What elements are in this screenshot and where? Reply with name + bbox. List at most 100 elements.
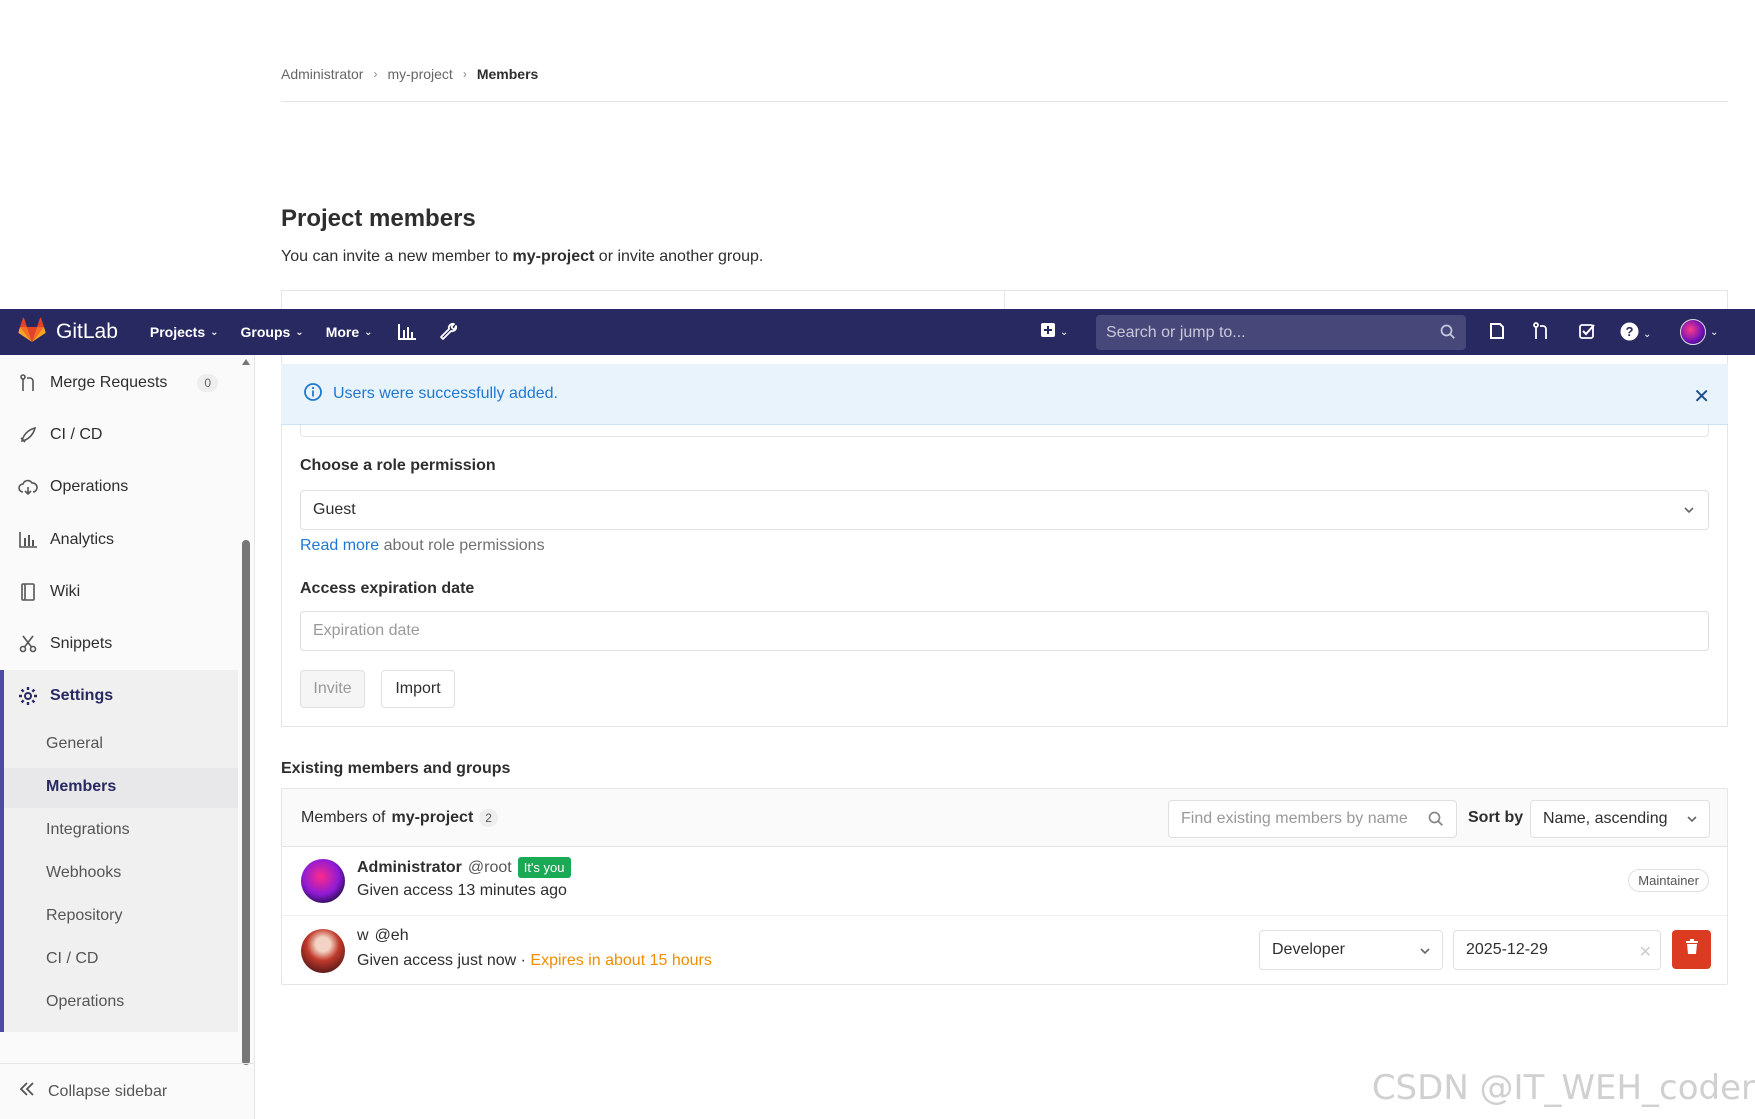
- chevron-down-icon: ⌄: [1060, 327, 1069, 338]
- sidebar-sub-operations[interactable]: Operations: [46, 993, 124, 1011]
- find-members-placeholder: Find existing members by name: [1181, 810, 1408, 827]
- sidebar-item-label: Analytics: [50, 531, 115, 548]
- invite-tabs: [281, 290, 1728, 310]
- todos-icon[interactable]: [1578, 322, 1596, 340]
- close-icon[interactable]: ✕: [1693, 384, 1710, 409]
- chevron-down-icon: [1682, 503, 1696, 522]
- sidebar-scrollbar[interactable]: [242, 540, 250, 1065]
- gear-icon: [18, 686, 38, 706]
- sidebar-item-settings[interactable]: Settings: [0, 674, 238, 718]
- new-item-dropdown[interactable]: ⌄: [1040, 322, 1068, 343]
- chevron-down-icon: ⌄: [1710, 326, 1719, 338]
- member-role-select[interactable]: Developer: [1259, 930, 1443, 970]
- help-dropdown[interactable]: ? ⌄: [1620, 322, 1651, 346]
- issues-icon[interactable]: [1488, 322, 1506, 340]
- clear-icon[interactable]: ✕: [1639, 942, 1652, 962]
- chevron-down-icon: ⌄: [364, 326, 373, 338]
- member-access: Given access 13 minutes ago: [357, 882, 567, 899]
- sidebar-sub-repository[interactable]: Repository: [46, 907, 122, 925]
- role-select-value: Guest: [313, 501, 356, 518]
- remove-member-button[interactable]: [1672, 930, 1711, 969]
- member-name[interactable]: w: [357, 927, 369, 945]
- member-row: Administrator @root It's you Given acces…: [282, 847, 1727, 916]
- settings-section: [0, 670, 238, 1032]
- sidebar-item-label: Operations: [50, 478, 129, 495]
- chevron-down-icon: ⌄: [295, 326, 304, 338]
- member-select-input[interactable]: [300, 425, 1709, 437]
- nav-groups[interactable]: Groups ⌄: [241, 324, 304, 340]
- watermark: CSDN @IT_WEH_coder: [1371, 1068, 1755, 1108]
- member-name[interactable]: Administrator: [357, 859, 462, 877]
- sidebar-sub-webhooks[interactable]: Webhooks: [46, 864, 121, 882]
- sidebar-sub-general[interactable]: General: [46, 735, 103, 753]
- avatar[interactable]: [301, 929, 345, 973]
- breadcrumb-current: Members: [476, 66, 539, 82]
- sidebar-item-operations[interactable]: Operations: [0, 465, 238, 509]
- sidebar-item-snippets[interactable]: Snippets: [0, 622, 238, 666]
- members-header: Members of my-project 2 Find existing me…: [282, 789, 1727, 847]
- member-access: Given access just now · Expires in about…: [357, 952, 712, 970]
- members-project-name: my-project: [391, 809, 474, 826]
- breadcrumb: Administrator › my-project › Members: [281, 66, 538, 82]
- scissors-icon: [18, 635, 38, 653]
- nav-groups-label: Groups: [240, 324, 291, 340]
- gitlab-logo[interactable]: GitLab: [18, 317, 118, 348]
- breadcrumb-project[interactable]: my-project: [387, 66, 452, 82]
- activity-chart-icon[interactable]: [397, 323, 417, 341]
- sidebar-item-merge-requests[interactable]: Merge Requests 0: [0, 361, 238, 405]
- search-placeholder: Search or jump to...: [1106, 323, 1246, 341]
- scroll-up-arrow[interactable]: [242, 359, 250, 365]
- read-more-link[interactable]: Read more: [300, 537, 379, 554]
- flash-message: Users were successfully added.: [333, 385, 558, 402]
- nav-more[interactable]: More ⌄: [326, 324, 373, 340]
- member-name-line: w @eh: [357, 927, 409, 945]
- merge-requests-icon[interactable]: [1532, 322, 1550, 340]
- sidebar-item-analytics[interactable]: Analytics: [0, 518, 238, 562]
- members-card: Members of my-project 2 Find existing me…: [281, 788, 1728, 985]
- expiration-date-placeholder: Expiration date: [313, 622, 420, 639]
- nav-projects[interactable]: Projects ⌄: [150, 324, 219, 340]
- chevron-down-icon: [1685, 812, 1699, 831]
- question-icon: ?: [1620, 322, 1639, 346]
- count-badge: 0: [197, 374, 218, 392]
- brand-name: GitLab: [56, 320, 118, 343]
- role-help-text: Read more about role permissions: [300, 537, 545, 555]
- page-description: You can invite a new member to my-projec…: [281, 248, 763, 266]
- sidebar-item-label: Wiki: [50, 583, 81, 600]
- find-members-input[interactable]: Find existing members by name: [1168, 800, 1457, 838]
- collapse-sidebar-button[interactable]: Collapse sidebar: [0, 1063, 255, 1119]
- nav-more-label: More: [325, 324, 360, 340]
- sidebar-item-ci-cd[interactable]: CI / CD: [0, 413, 238, 457]
- sidebar-sub-integrations[interactable]: Integrations: [46, 821, 130, 839]
- admin-wrench-icon[interactable]: [439, 322, 459, 342]
- invite-button[interactable]: Invite: [300, 670, 365, 708]
- info-icon: [303, 382, 323, 407]
- merge-request-icon: [18, 374, 38, 392]
- existing-members-title: Existing members and groups: [281, 760, 511, 777]
- rocket-icon: [18, 426, 38, 444]
- sidebar-item-label: Snippets: [50, 635, 113, 652]
- sidebar-item-wiki[interactable]: Wiki: [0, 570, 238, 614]
- sort-select[interactable]: Name, ascending: [1530, 800, 1710, 838]
- user-menu[interactable]: ⌄: [1680, 319, 1718, 345]
- divider: [281, 101, 1728, 102]
- sidebar-sub-ci-cd[interactable]: CI / CD: [46, 950, 98, 968]
- role-label: Choose a role permission: [300, 457, 496, 474]
- double-chevron-left-icon: [18, 1081, 36, 1102]
- nav-projects-label: Projects: [149, 324, 206, 340]
- role-badge: Maintainer: [1628, 869, 1709, 892]
- avatar[interactable]: [301, 859, 345, 903]
- search-input[interactable]: Search or jump to...: [1096, 315, 1466, 350]
- tab-divider: [1004, 291, 1005, 310]
- breadcrumb-administrator[interactable]: Administrator: [281, 66, 363, 82]
- member-access-text: Given access just now: [357, 952, 517, 969]
- role-select[interactable]: Guest: [300, 490, 1709, 530]
- sidebar-sub-members[interactable]: Members: [46, 778, 116, 796]
- page-desc-prefix: You can invite a new member to: [281, 248, 513, 265]
- import-button[interactable]: Import: [381, 670, 455, 708]
- member-expiration-input[interactable]: 2025-12-29 ✕: [1453, 930, 1661, 970]
- book-icon: [18, 583, 38, 601]
- sidebar: Merge Requests 0 CI / CD Operations Anal…: [0, 355, 255, 1119]
- search-icon: [1440, 324, 1456, 345]
- expiration-date-input[interactable]: Expiration date: [300, 611, 1709, 651]
